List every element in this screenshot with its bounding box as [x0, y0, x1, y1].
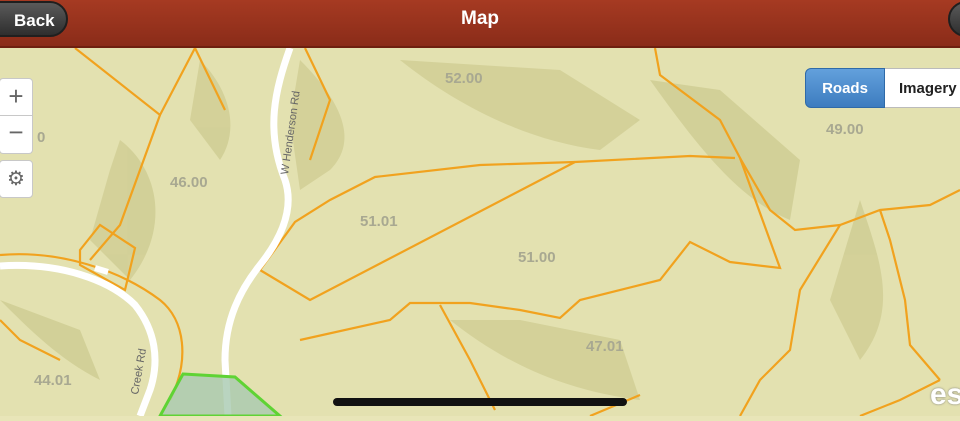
nav-bar: Back Map — [0, 0, 960, 48]
page-title: Map — [461, 8, 499, 29]
zoom-in-button[interactable]: + — [0, 78, 33, 116]
basemap-toggle: Roads Imagery — [805, 68, 960, 108]
nav-right-button[interactable] — [948, 1, 960, 37]
parcel-label-46-00: 46.00 — [170, 174, 208, 191]
parcel-label-44-01: 44.01 — [34, 372, 72, 389]
esri-logo: esri — [930, 378, 960, 411]
locate-button[interactable]: ⚙ — [0, 160, 33, 198]
home-indicator[interactable] — [333, 398, 627, 406]
parcel-label-51-01: 51.01 — [360, 213, 398, 230]
roads-toggle-button[interactable]: Roads — [805, 68, 885, 108]
imagery-toggle-button[interactable]: Imagery — [885, 68, 960, 108]
zoom-out-button[interactable]: − — [0, 116, 33, 154]
parcel-label-49-00: 49.00 — [826, 121, 864, 138]
parcel-label-partial: 0 — [37, 129, 45, 146]
parcel-label-52-00: 52.00 — [445, 70, 483, 87]
parcel-label-47-01: 47.01 — [586, 338, 624, 355]
parcel-label-51-00: 51.00 — [518, 249, 556, 266]
locate-icon: ⚙ — [7, 168, 25, 190]
